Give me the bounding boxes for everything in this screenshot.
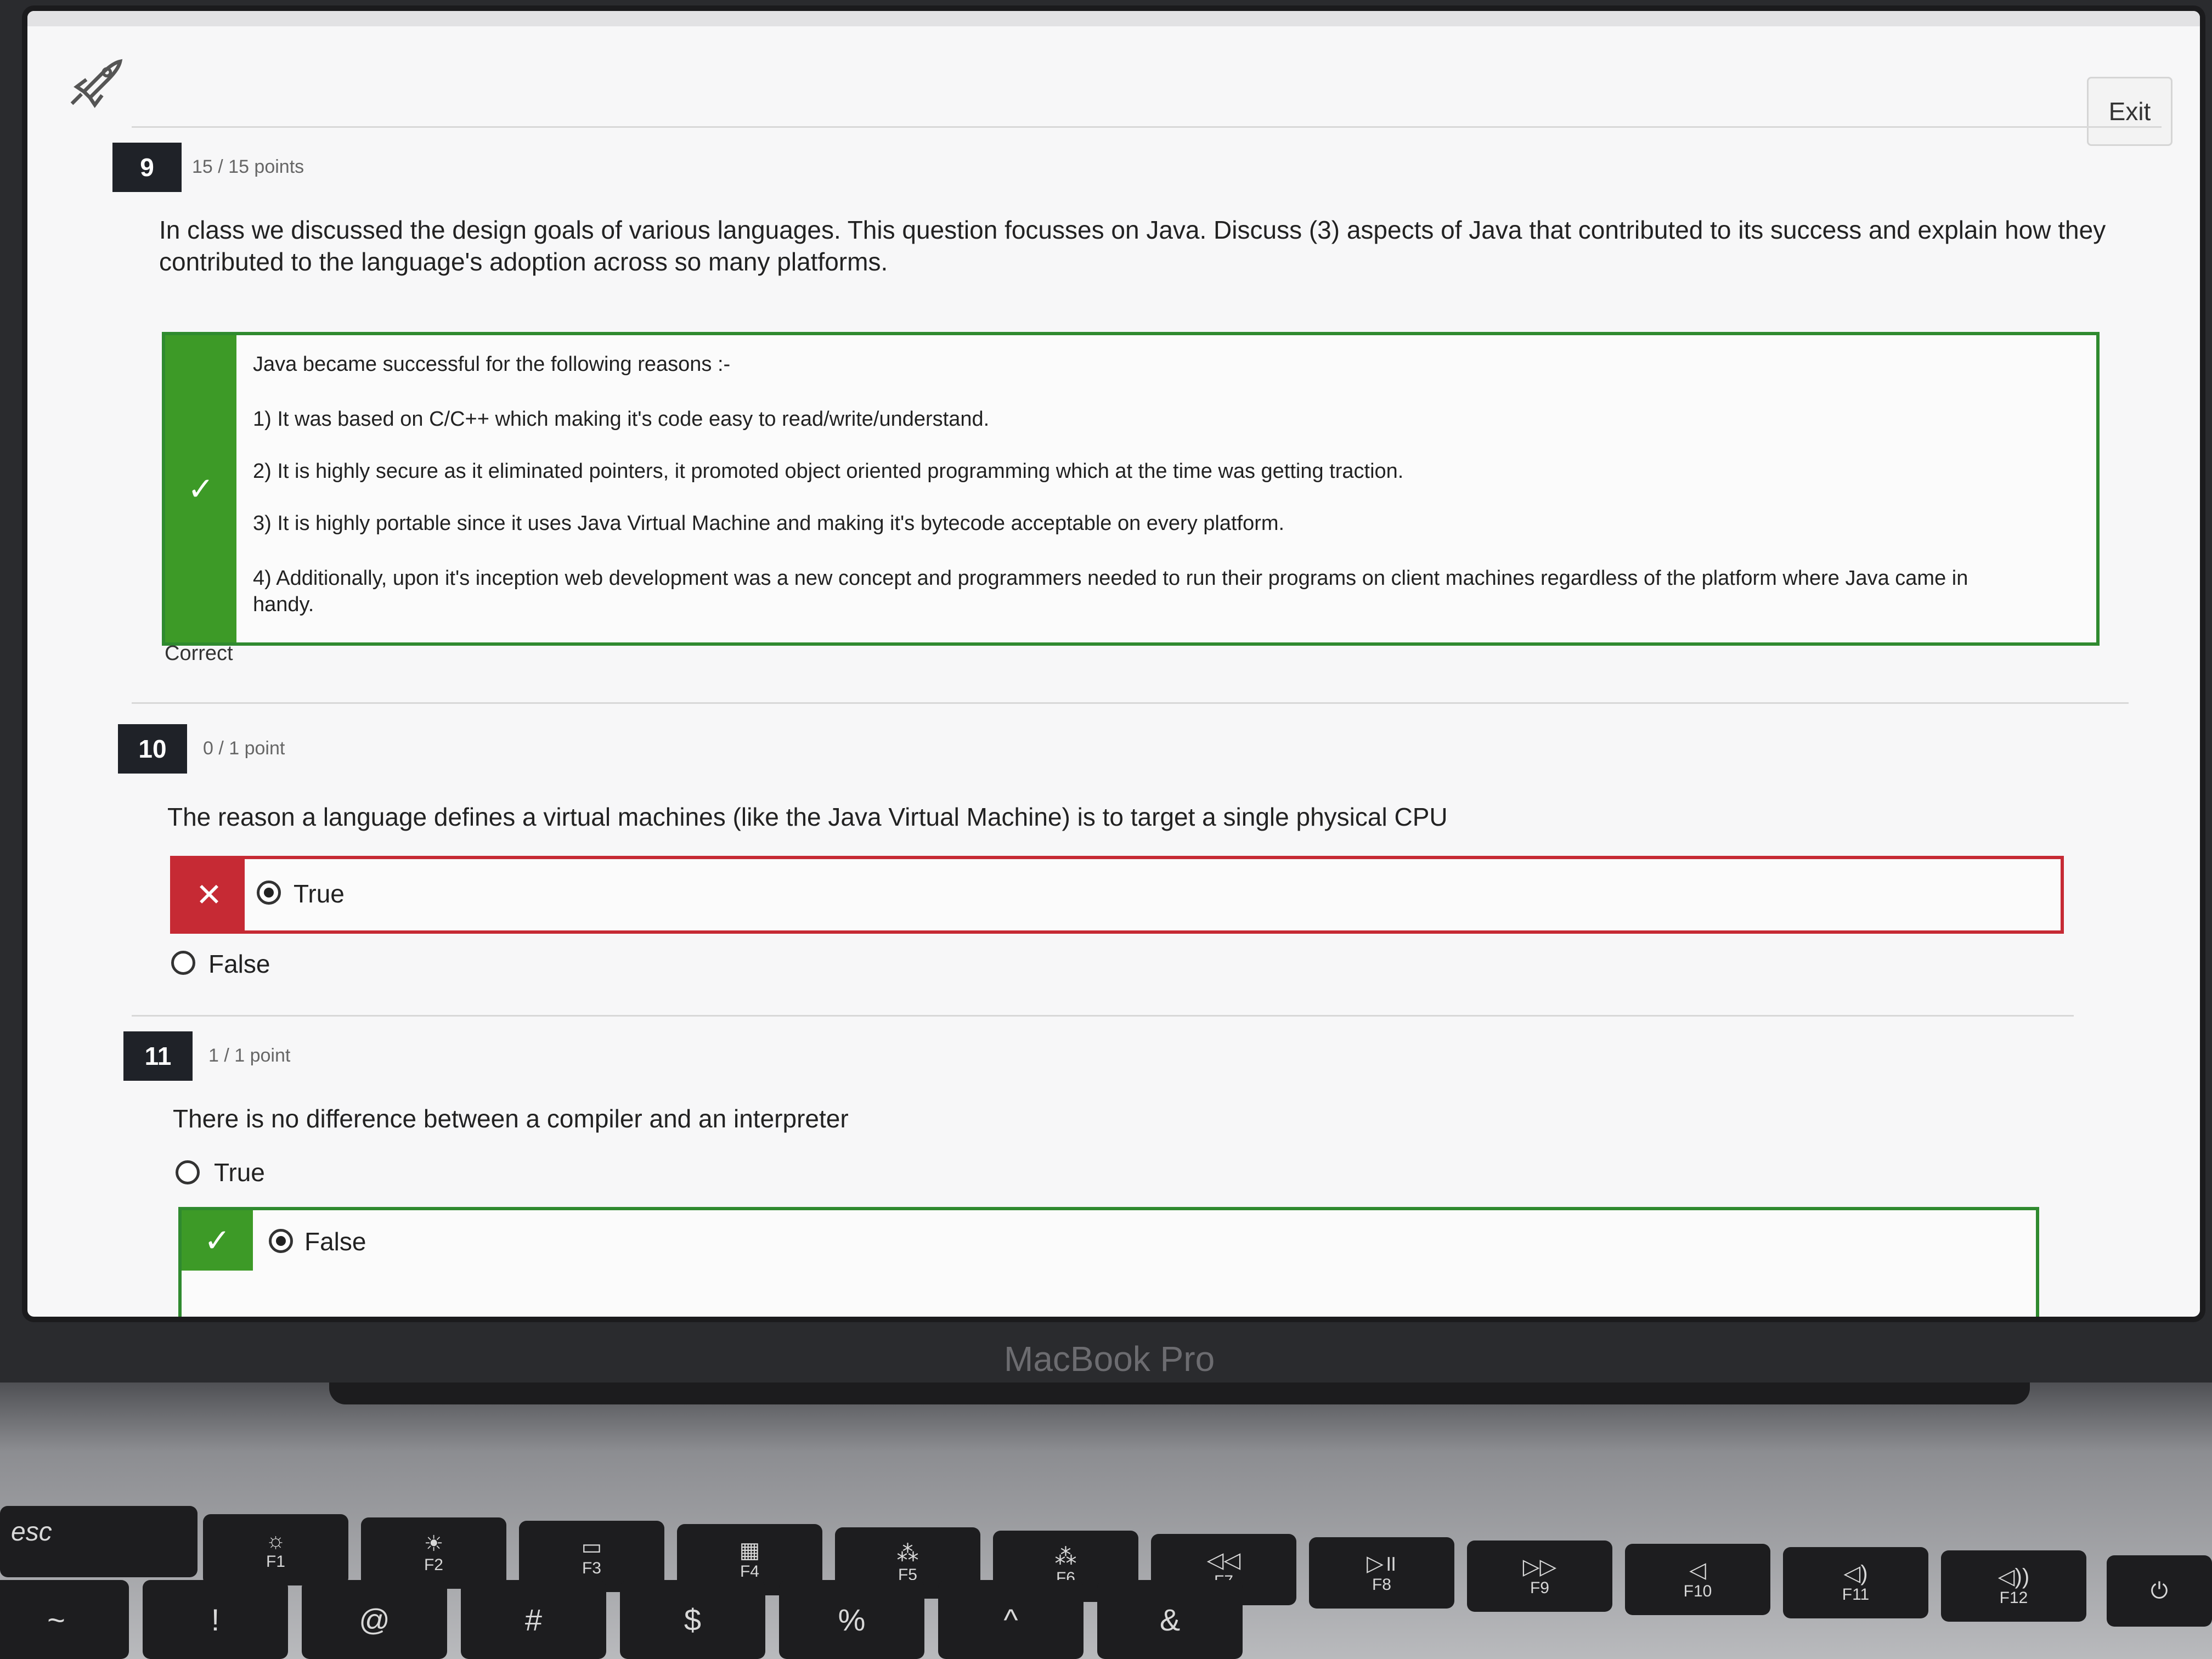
mute-icon: ◁ [1689, 1558, 1706, 1582]
question-divider [132, 702, 2129, 704]
option-label-false: False [208, 950, 270, 978]
option-label-false: False [304, 1227, 366, 1256]
number-row-key[interactable]: @ [302, 1580, 447, 1659]
incorrect-marker: ✕ [173, 859, 245, 930]
question-divider [132, 126, 2162, 128]
answer-line: 2) It is highly secure as it eliminated … [253, 460, 1404, 483]
function-key-label: F2 [424, 1556, 443, 1574]
answer-line: 3) It is highly portable since it uses J… [253, 512, 1285, 535]
function-key-label: F4 [740, 1562, 759, 1581]
function-key-f8[interactable]: ▷॥ F8 [1309, 1537, 1454, 1609]
function-key-label: F12 [1999, 1589, 2028, 1607]
number-row-key[interactable]: ^ [938, 1580, 1084, 1659]
question-number-badge: 9 [112, 143, 182, 192]
number-row-key[interactable]: ~ [0, 1580, 129, 1659]
question-number-badge: 10 [118, 724, 187, 774]
esc-key[interactable]: esc [0, 1506, 198, 1577]
number-row-key[interactable]: # [461, 1580, 606, 1659]
question-text: There is no difference between a compile… [173, 1104, 849, 1133]
option-label-true: True [294, 879, 345, 908]
hinge [329, 1383, 2030, 1404]
function-key-f9[interactable]: ▷▷ F9 [1467, 1541, 1612, 1612]
keyboard-light-up-icon: ⁂ [1054, 1545, 1077, 1569]
rewind-icon: ◁◁ [1206, 1548, 1241, 1572]
keyboard-light-down-icon: ⁂ [896, 1542, 919, 1566]
answer-line: 4) Additionally, upon it's inception web… [253, 567, 1968, 590]
answer-line: 1) It was based on C/C++ which making it… [253, 408, 990, 431]
function-key-label: F8 [1372, 1576, 1391, 1594]
volume-down-icon: ◁) [1843, 1561, 1868, 1585]
question-points: 1 / 1 point [208, 1045, 291, 1066]
volume-up-icon: ◁)) [1997, 1565, 2030, 1589]
power-key[interactable]: ⏻ [2107, 1555, 2212, 1627]
function-key-label: F1 [266, 1553, 285, 1571]
number-row-key[interactable]: % [779, 1580, 924, 1659]
function-key-label: F3 [582, 1559, 601, 1577]
answer-line: Java became successful for the following… [253, 353, 731, 376]
x-icon: ✕ [195, 877, 223, 913]
question-text: In class we discussed the design goals o… [159, 216, 2106, 244]
radio-false[interactable] [171, 951, 195, 975]
check-icon: ✓ [204, 1223, 231, 1259]
radio-true[interactable] [176, 1160, 200, 1184]
power-icon: ⏻ [2151, 1579, 2168, 1603]
quiz-results: 9 15 / 15 points In class we discussed t… [27, 11, 2200, 1317]
check-icon: ✓ [187, 471, 215, 507]
play-pause-icon: ▷॥ [1367, 1551, 1397, 1576]
launchpad-icon: ▦ [739, 1538, 760, 1562]
mission-control-icon: ▭ [581, 1535, 602, 1559]
selected-answer-box: ✓ [178, 1207, 2039, 1317]
radio-true[interactable] [257, 881, 281, 905]
function-key-f11[interactable]: ◁) F11 [1783, 1547, 1928, 1618]
correct-marker: ✓ [182, 1210, 253, 1271]
answer-line: handy. [253, 593, 314, 616]
macbook-label: MacBook Pro [1004, 1339, 1215, 1379]
question-text-continued: contributed to the language's adoption a… [159, 247, 888, 276]
function-key-label: F10 [1683, 1582, 1712, 1600]
essay-answer-box: ✓ Java became successful for the followi… [162, 332, 2100, 646]
question-text: The reason a language defines a virtual … [167, 803, 1448, 831]
brightness-up-icon: ☀ [424, 1532, 444, 1556]
brightness-down-icon: ☼ [266, 1528, 286, 1553]
radio-false[interactable] [269, 1229, 293, 1253]
question-points: 15 / 15 points [192, 156, 304, 177]
grading-status: Correct [165, 642, 233, 665]
option-label-true: True [214, 1158, 265, 1187]
correct-marker: ✓ [165, 335, 236, 642]
number-row-key[interactable]: & [1097, 1580, 1243, 1659]
selected-answer-box: ✕ [170, 856, 2064, 934]
function-key-f2[interactable]: ☀ F2 [361, 1517, 506, 1589]
fast-forward-icon: ▷▷ [1522, 1555, 1557, 1579]
number-row-key[interactable]: ! [143, 1580, 288, 1659]
function-key-f1[interactable]: ☼ F1 [203, 1514, 348, 1585]
question-divider [132, 1015, 2074, 1017]
laptop-screen: Exit 9 15 / 15 points In class we discus… [27, 11, 2200, 1317]
number-row-key[interactable]: $ [620, 1580, 765, 1659]
function-key-label: F11 [1842, 1585, 1870, 1604]
function-key-label: F9 [1530, 1579, 1549, 1597]
function-key-f10[interactable]: ◁ F10 [1625, 1544, 1770, 1615]
question-number-badge: 11 [123, 1031, 193, 1081]
question-points: 0 / 1 point [203, 738, 285, 759]
function-key-f12[interactable]: ◁)) F12 [1941, 1550, 2086, 1622]
